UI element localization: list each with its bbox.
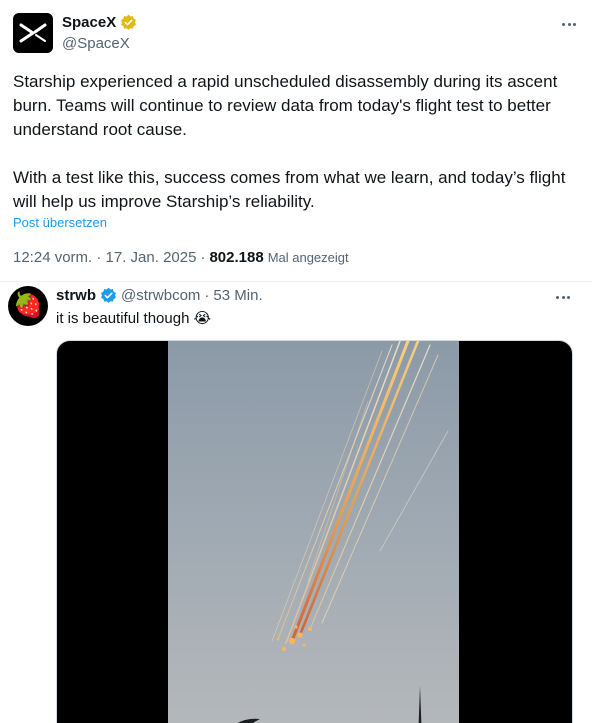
more-horizontal-icon — [556, 295, 560, 299]
views-count: 802.188 — [209, 249, 264, 266]
reply-time[interactable]: 53 Min. — [213, 287, 262, 304]
tweet-timestamp[interactable]: 12:24 vorm. · 17. Jan. 2025 — [13, 249, 196, 266]
spacex-logo-icon — [19, 23, 47, 43]
author-name[interactable]: SpaceX — [62, 14, 116, 31]
strawberry-avatar-icon: 🍓 — [13, 292, 43, 319]
video-thumbnail — [168, 341, 459, 723]
reply-text-content: it is beautiful though — [56, 309, 190, 327]
reply-separator: · — [204, 287, 210, 304]
strwb-avatar[interactable]: 🍓 — [8, 286, 48, 326]
verified-blue-badge-icon — [101, 287, 116, 303]
more-horizontal-icon — [562, 22, 566, 26]
reply-header: strwb @strwbcom · 53 Min. — [56, 287, 263, 304]
loudly-crying-emoji-icon: 😭 — [193, 310, 211, 327]
reply-tweet[interactable]: 🍓 strwb @strwbcom · 53 Min. it is beauti… — [0, 282, 592, 723]
author-handle[interactable]: @SpaceX — [62, 35, 130, 52]
tweet-meta: 12:24 vorm. · 17. Jan. 2025 · 802.188 Ma… — [13, 249, 349, 266]
author-name-row: SpaceX — [62, 14, 137, 31]
tweet-paragraph: Starship experienced a rapid unscheduled… — [13, 72, 558, 139]
views-label: Mal angezeigt — [267, 250, 349, 265]
meta-separator: · — [200, 249, 206, 266]
reply-author-handle[interactable]: @strwbcom — [121, 287, 200, 304]
more-dot — [572, 22, 576, 26]
translate-post-link[interactable]: Post übersetzen — [13, 215, 107, 230]
more-dot — [566, 295, 570, 299]
reply-more-options-button[interactable] — [553, 287, 573, 307]
tweet-text: Starship experienced a rapid unscheduled… — [13, 70, 579, 214]
more-dot — [561, 295, 565, 299]
reply-text: it is beautiful though 😭 — [56, 309, 211, 328]
more-options-button[interactable] — [559, 14, 579, 34]
tweet-paragraph: With a test like this, success comes fro… — [13, 168, 566, 211]
reply-video[interactable] — [56, 340, 573, 723]
spacex-avatar[interactable] — [13, 13, 53, 53]
reply-author-name[interactable]: strwb — [56, 287, 96, 304]
more-dot — [567, 22, 571, 26]
main-tweet: SpaceX @SpaceX Starship experienced a ra… — [0, 0, 592, 282]
verified-gold-badge-icon — [121, 14, 137, 30]
